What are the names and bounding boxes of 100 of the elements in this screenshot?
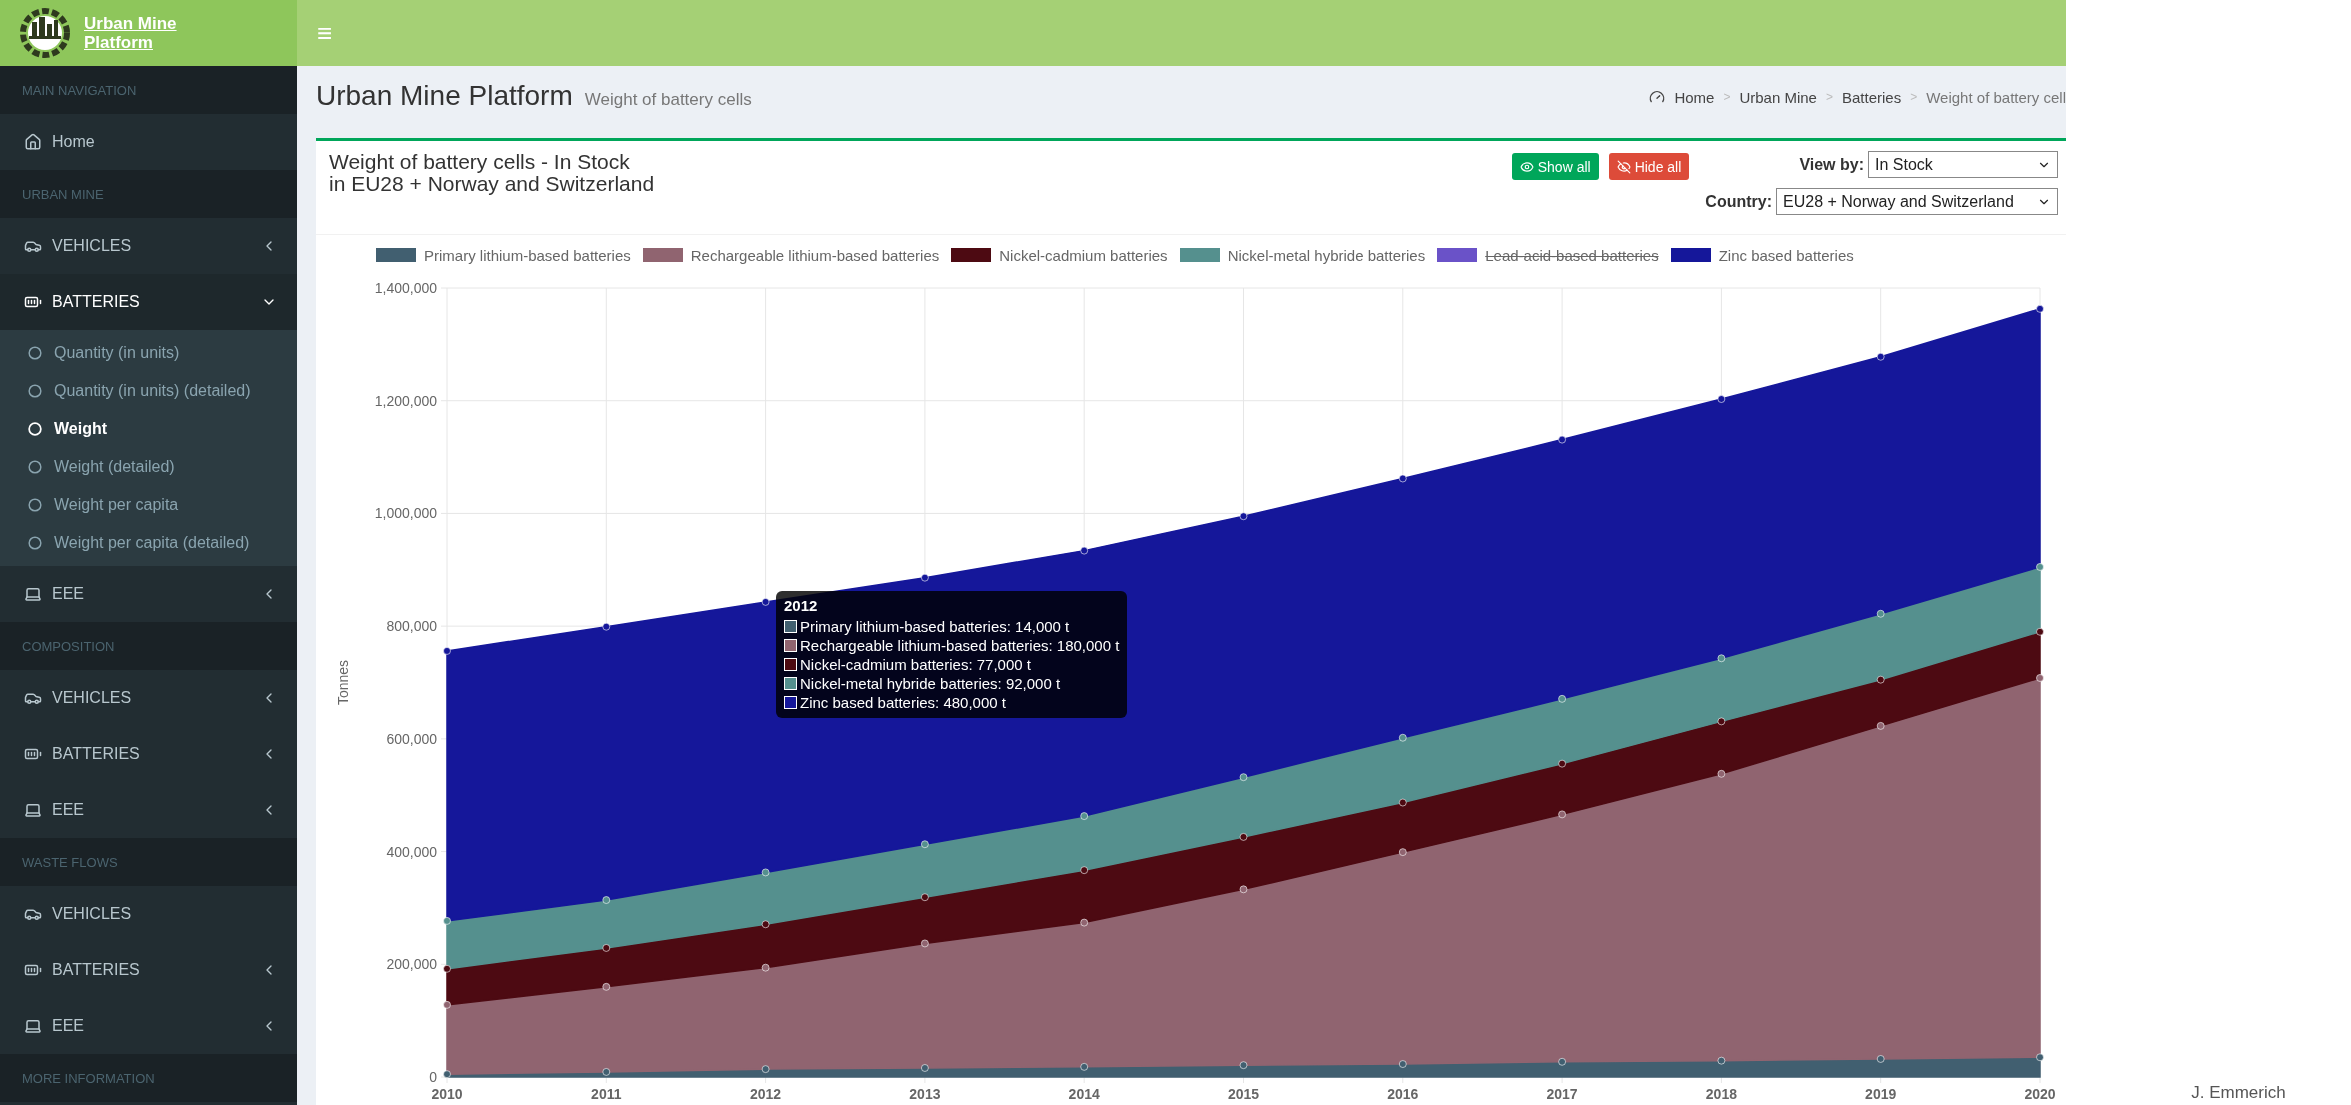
sidebar-section-header: COMPOSITION <box>0 622 297 670</box>
data-point <box>1399 1060 1407 1068</box>
data-point <box>1558 1058 1566 1066</box>
submenu-item[interactable]: Quantity (in units) (detailed) <box>0 372 297 410</box>
data-point <box>1558 695 1566 703</box>
data-point <box>1558 759 1566 768</box>
data-point <box>2036 1053 2044 1062</box>
x-tick-label: 2018 <box>1705 1086 1737 1102</box>
breadcrumb-link[interactable]: Home <box>1674 88 1715 106</box>
data-point <box>1876 722 1885 730</box>
eye-icon <box>1519 159 1534 174</box>
breadcrumb-link[interactable]: Urban Mine <box>1739 88 1817 106</box>
data-point <box>761 1065 770 1073</box>
tooltip-text: Primary lithium-based batteries: 14,000 t <box>800 617 1070 636</box>
sidebar-section-header: URBAN MINE <box>0 170 297 218</box>
submenu-item[interactable]: Weight (detailed) <box>0 448 297 486</box>
breadcrumb-separator: > <box>1910 90 1918 104</box>
y-tick-label: 1,400,000 <box>374 280 437 296</box>
legend-item[interactable]: Lead-acid-based batteries <box>1437 246 1659 264</box>
breadcrumb-link[interactable]: Batteries <box>1842 88 1902 106</box>
data-point <box>921 939 929 948</box>
data-point <box>761 868 770 877</box>
sidebar-section-header: MAIN NAVIGATION <box>0 66 297 114</box>
data-point <box>1876 352 1885 361</box>
data-point <box>921 573 929 582</box>
data-point <box>1239 773 1248 781</box>
page-subtitle: Weight of battery cells <box>584 90 752 110</box>
data-point <box>1717 717 1726 726</box>
y-tick-label: 0 <box>429 1069 437 1085</box>
signature-text: J. Emmerich <box>2191 1083 2286 1103</box>
data-point <box>1558 810 1566 819</box>
data-point <box>1080 866 1088 874</box>
x-tick-label: 2017 <box>1546 1086 1578 1102</box>
data-point <box>1399 848 1407 856</box>
laptop-icon <box>24 801 42 819</box>
sidebar-item[interactable]: BATTERIES <box>0 274 297 330</box>
data-point <box>602 622 611 631</box>
legend-item[interactable]: Nickel-cadmium batteries <box>951 246 1168 264</box>
data-point <box>1399 474 1407 483</box>
legend-item[interactable]: Primary lithium-based batteries <box>376 246 631 264</box>
home-icon <box>24 133 42 151</box>
data-point <box>921 1064 929 1072</box>
y-tick-label: 800,000 <box>386 618 437 635</box>
filter-label: Country: <box>1705 192 1772 211</box>
tooltip-text: Rechargeable lithium-based batteries: 180,000 t <box>800 636 1120 655</box>
x-tick-label: 2010 <box>431 1086 463 1102</box>
data-point <box>443 647 451 655</box>
x-tick-label: 2020 <box>2024 1086 2056 1102</box>
data-point <box>1080 812 1088 820</box>
data-point <box>1399 733 1407 742</box>
data-point <box>1239 1061 1248 1069</box>
submenu-item[interactable]: Weight <box>0 410 297 448</box>
data-point <box>1717 654 1726 663</box>
sidebar-section-header: MORE INFORMATION <box>0 1054 297 1102</box>
tooltip-title: 2012 <box>784 597 819 614</box>
x-tick-label: 2012 <box>750 1086 782 1102</box>
breadcrumb-link[interactable]: Weight of battery cell <box>1926 88 2066 106</box>
data-point <box>443 1001 451 1009</box>
data-point <box>602 1068 611 1076</box>
data-point <box>1239 512 1248 521</box>
legend-item[interactable]: Zinc based batteries <box>1670 246 1854 264</box>
tooltip-text: Nickel-cadmium batteries: 77,000 t <box>800 655 1031 674</box>
data-point <box>2036 305 2044 313</box>
hide-all-button[interactable]: Hide all <box>1608 153 1690 180</box>
eye-off-icon <box>1616 159 1631 174</box>
data-point <box>1876 1055 1885 1063</box>
y-tick-label: 600,000 <box>386 730 437 747</box>
submenu-item[interactable]: Weight per capita <box>0 486 297 524</box>
filter-label: View by: <box>1799 155 1864 174</box>
breadcrumb-separator: > <box>1825 90 1833 104</box>
data-point <box>1717 395 1726 403</box>
x-tick-label: 2016 <box>1387 1086 1419 1102</box>
legend-item[interactable]: Rechargeable lithium-based batteries <box>642 246 940 264</box>
submenu-item[interactable]: Quantity (in units) <box>0 334 297 372</box>
circle-icon <box>28 384 42 398</box>
card-title: in EU28 + Norway and Switzerland <box>329 173 656 195</box>
data-point <box>1876 609 1885 618</box>
dashboard-icon <box>1649 89 1666 105</box>
y-tick-label: 200,000 <box>386 956 437 973</box>
logo-text: Platform <box>84 33 154 52</box>
circle-icon <box>28 460 42 474</box>
x-tick-label: 2015 <box>1227 1086 1260 1102</box>
tooltip-text: Nickel-metal hybride batteries: 92,000 t <box>800 674 1061 693</box>
dropdown[interactable]: EU28 + Norway and Switzerland <box>1776 188 2058 215</box>
data-point <box>2036 674 2044 682</box>
data-point <box>1080 918 1088 927</box>
data-point <box>602 944 611 952</box>
y-axis-title: Tonnes <box>335 659 351 706</box>
y-tick-label: 1,000,000 <box>374 505 437 522</box>
circle-icon <box>28 346 42 360</box>
logo-text: Urban Mine <box>84 14 177 33</box>
data-point <box>921 893 929 901</box>
data-point <box>1717 1056 1726 1065</box>
data-point <box>1558 435 1566 444</box>
y-tick-label: 400,000 <box>386 843 437 860</box>
legend-item[interactable]: Nickel-metal hybride batteries <box>1179 246 1426 264</box>
y-tick-label: 1,200,000 <box>374 392 437 409</box>
data-point <box>921 840 929 849</box>
submenu-item[interactable]: Weight per capita (detailed) <box>0 524 297 562</box>
dropdown[interactable]: In Stock <box>1868 151 2058 178</box>
